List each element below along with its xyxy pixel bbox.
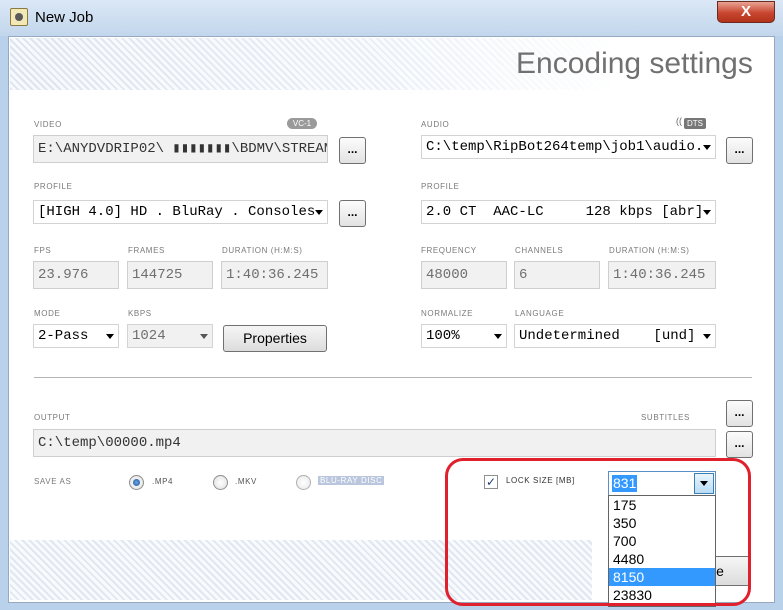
- language-label: LANGUAGE: [515, 309, 565, 318]
- frames-field: 144725: [127, 261, 213, 289]
- video-duration-label: DURATION (H:M:S): [222, 246, 303, 255]
- video-profile-value: [HIGH 4.0] HD . BluRay . Consoles: [38, 204, 316, 220]
- page-title: Encoding settings: [516, 47, 753, 80]
- audio-duration-label: DURATION (H:M:S): [609, 246, 690, 255]
- video-path-field[interactable]: E:\ANYDVDRIP02\ ▮▮▮▮▮▮▮\BDMV\STREAM\: [33, 135, 328, 163]
- chevron-down-icon: [700, 481, 708, 486]
- video-profile-dropdown[interactable]: [HIGH 4.0] HD . BluRay . Consoles: [33, 200, 328, 224]
- frequency-field: 48000: [421, 261, 507, 289]
- format-mkv-label: .MKV: [235, 477, 257, 486]
- kbps-label: KBPS: [128, 309, 152, 318]
- bottom-band: [10, 540, 592, 600]
- mode-label: MODE: [34, 309, 61, 318]
- frames-label: FRAMES: [128, 246, 165, 255]
- kbps-dropdown[interactable]: 1024: [127, 324, 213, 348]
- size-option-highlighted[interactable]: 8150: [609, 568, 715, 586]
- audio-browse-button[interactable]: ...: [726, 137, 753, 164]
- channels-label: CHANNELS: [515, 246, 564, 255]
- size-option[interactable]: 4480: [609, 550, 715, 568]
- lock-size-value[interactable]: 831: [612, 475, 638, 492]
- chevron-down-icon: [106, 334, 114, 339]
- format-bluray-label: BLU-RAY DISC: [318, 476, 385, 485]
- audio-profile-dropdown[interactable]: 2.0 CT AAC-LC 128 kbps [abr]: [421, 200, 716, 224]
- save-as-label: SAVE AS: [34, 477, 72, 486]
- chevron-down-icon: [315, 210, 323, 215]
- subtitles-browse-button[interactable]: ...: [726, 400, 753, 427]
- size-option[interactable]: 350: [609, 514, 715, 532]
- close-button[interactable]: X: [717, 1, 775, 23]
- video-profile-label: PROFILE: [34, 182, 73, 191]
- size-option[interactable]: 700: [609, 532, 715, 550]
- output-label: OUTPUT: [34, 413, 71, 422]
- title-bar: [0, 0, 783, 36]
- output-browse-button[interactable]: ...: [726, 431, 753, 458]
- size-option[interactable]: 175: [609, 496, 715, 514]
- video-codec-badge: VC-1: [287, 118, 317, 129]
- normalize-value: 100%: [426, 328, 460, 344]
- video-profile-browse-button[interactable]: ...: [339, 200, 366, 227]
- audio-path-value: C:\temp\RipBot264temp\job1\audio.: [426, 139, 704, 155]
- chevron-down-icon: [494, 334, 502, 339]
- chevron-down-icon: [703, 210, 711, 215]
- audio-profile-value: 2.0 CT AAC-LC 128 kbps [abr]: [426, 204, 704, 220]
- normalize-dropdown[interactable]: 100%: [421, 324, 507, 348]
- audio-track-dropdown[interactable]: C:\temp\RipBot264temp\job1\audio.: [421, 135, 716, 159]
- channels-field: 6: [514, 261, 600, 289]
- size-option[interactable]: 23830: [609, 586, 715, 604]
- normalize-label: NORMALIZE: [421, 309, 474, 318]
- window-title: New Job: [35, 9, 94, 26]
- fps-label: FPS: [34, 246, 52, 255]
- video-browse-button[interactable]: ...: [339, 137, 366, 164]
- language-dropdown[interactable]: Undetermined [und]: [514, 324, 716, 348]
- format-bluray-radio[interactable]: [296, 475, 311, 490]
- format-mp4-label: .MP4: [152, 477, 174, 486]
- audio-duration-field: 1:40:36.245: [608, 261, 716, 289]
- kbps-value: 1024: [132, 328, 166, 344]
- video-label: VIDEO: [34, 120, 62, 129]
- section-divider: [34, 377, 752, 378]
- video-duration-field: 1:40:36.245: [221, 261, 328, 289]
- chevron-down-icon: [703, 334, 711, 339]
- output-path-field[interactable]: C:\temp\00000.mp4: [33, 429, 716, 457]
- audio-label: AUDIO: [421, 120, 450, 129]
- lock-size-options-list[interactable]: 175 350 700 4480 8150 23830: [608, 495, 716, 607]
- mode-dropdown[interactable]: 2-Pass: [33, 324, 119, 348]
- audio-codec-badge: DTS: [684, 118, 706, 129]
- lock-size-dropdown[interactable]: 831: [608, 471, 716, 496]
- format-mkv-radio[interactable]: [213, 475, 228, 490]
- audio-profile-label: PROFILE: [421, 182, 460, 191]
- chevron-down-icon: [200, 334, 208, 339]
- lock-size-label: LOCK SIZE [MB]: [506, 476, 575, 485]
- frequency-label: FREQUENCY: [421, 246, 477, 255]
- lock-size-checkbox[interactable]: ✓: [484, 475, 498, 489]
- sound-wave-icon: ((: [676, 116, 682, 126]
- language-value: Undetermined [und]: [519, 328, 696, 344]
- subtitles-label: SUBTITLES: [641, 413, 690, 422]
- mode-value: 2-Pass: [38, 328, 89, 344]
- chevron-down-icon: [703, 145, 711, 150]
- format-mp4-radio[interactable]: [129, 475, 144, 490]
- dropdown-toggle[interactable]: [694, 473, 714, 494]
- app-icon: [10, 8, 28, 26]
- fps-field: 23.976: [33, 261, 119, 289]
- properties-button[interactable]: Properties: [223, 325, 327, 352]
